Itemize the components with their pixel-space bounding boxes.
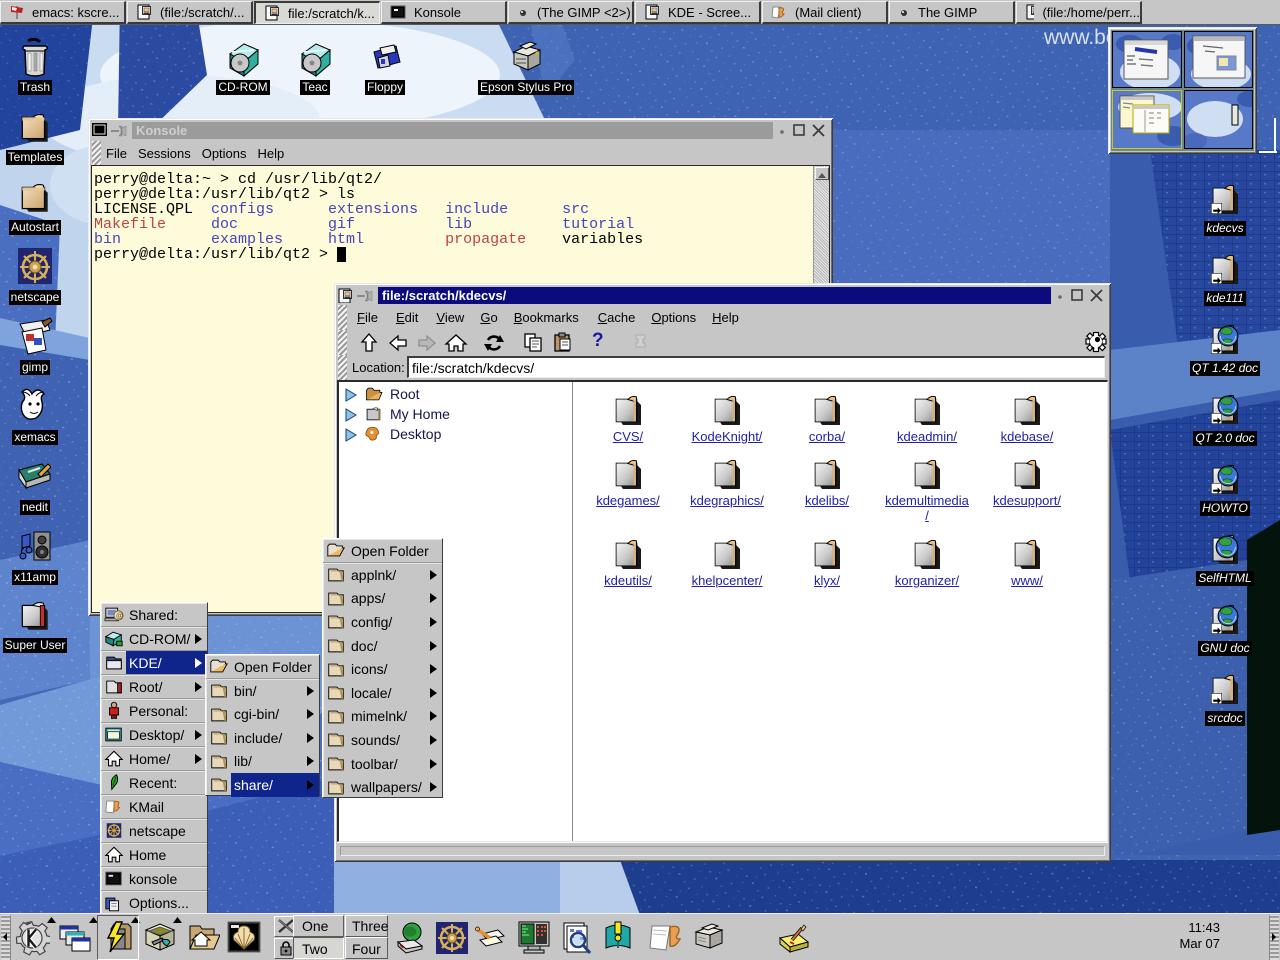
svg-text:www.be: www.be: [1043, 26, 1118, 49]
svg-text:@: @: [116, 611, 123, 620]
